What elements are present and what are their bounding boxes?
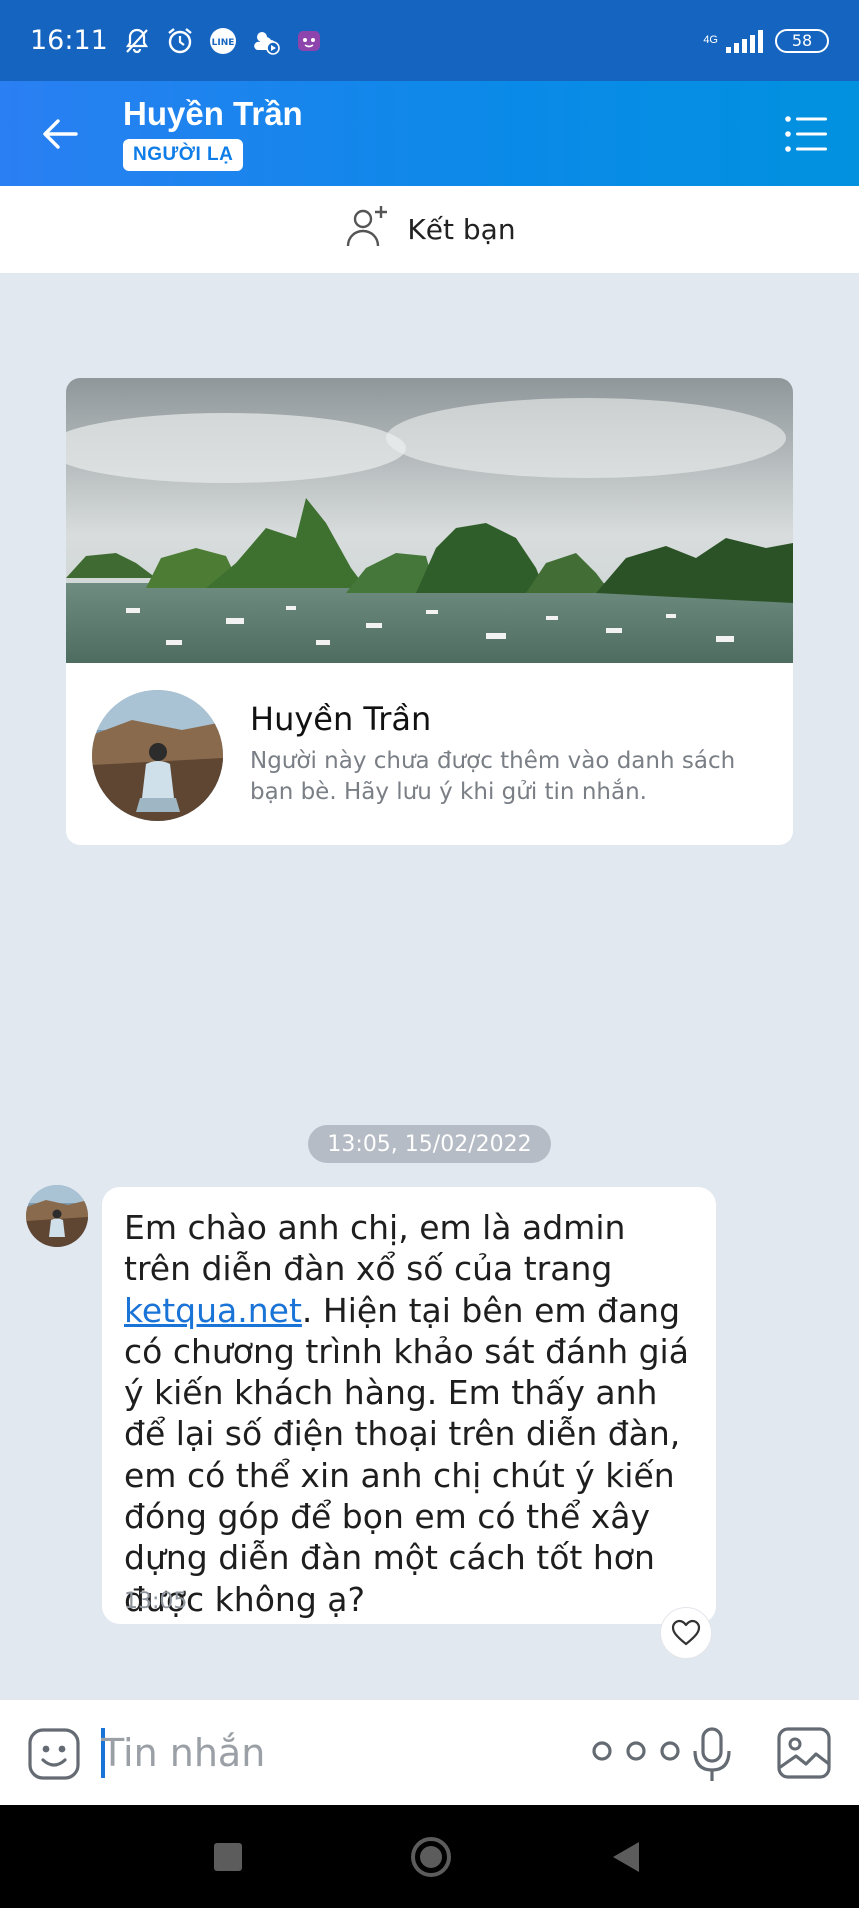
recent-apps-button[interactable] [214, 1843, 242, 1871]
message-text: Em chào anh chị, em là admin trên diễn đ… [124, 1207, 694, 1620]
add-friend-button[interactable]: Kết bạn [0, 186, 859, 273]
heart-icon[interactable] [660, 1607, 712, 1659]
stranger-badge: NGƯỜI LẠ [123, 139, 244, 171]
system-nav-bar [0, 1805, 859, 1908]
sender-avatar[interactable] [26, 1185, 88, 1247]
add-person-icon [343, 202, 391, 257]
chat-header: Huyền Trần NGƯỜI LẠ [0, 81, 859, 186]
add-friend-label: Kết bạn [407, 213, 516, 246]
app-icon [294, 26, 324, 56]
message-text-start: Em chào anh chị, em là admin trên diễn đ… [124, 1208, 626, 1289]
status-icons: LINE [122, 26, 324, 56]
battery-icon: 58 [775, 28, 829, 53]
more-options-icon[interactable] [590, 1736, 682, 1766]
profile-card[interactable]: Huyền Trần Người này chưa được thêm vào … [66, 378, 793, 845]
message-text-end: . Hiện tại bên em đang có chương trình k… [124, 1290, 689, 1619]
sticker-icon[interactable] [26, 1726, 82, 1782]
alarm-icon [165, 26, 195, 56]
svg-text:LINE: LINE [211, 38, 234, 48]
microphone-icon[interactable] [690, 1726, 734, 1784]
stranger-notice: Người này chưa được thêm vào danh sách b… [250, 748, 736, 805]
line-app-icon: LINE [208, 26, 238, 56]
message-time: 13:05 [124, 1589, 188, 1614]
message-input[interactable] [101, 1726, 551, 1780]
bell-off-icon [122, 26, 152, 56]
status-bar: 16:11 LINE 4G 58 [0, 0, 859, 81]
message-bubble[interactable]: Em chào anh chị, em là admin trên diễn đ… [102, 1187, 716, 1624]
back-button[interactable] [613, 1842, 639, 1872]
profile-name: Huyền Trần [250, 700, 432, 738]
contact-name[interactable]: Huyền Trần [123, 95, 303, 133]
image-icon[interactable] [776, 1726, 832, 1780]
profile-avatar[interactable] [92, 690, 223, 821]
message-input-bar [0, 1700, 859, 1805]
signal-icon [726, 29, 763, 53]
arrow-left-icon[interactable] [36, 109, 86, 159]
status-time: 16:11 [30, 25, 108, 56]
cover-photo [66, 378, 793, 663]
date-separator: 13:05, 15/02/2022 [308, 1125, 551, 1163]
network-type: 4G [703, 34, 718, 46]
message-link[interactable]: ketqua.net [124, 1291, 302, 1330]
list-menu-icon[interactable] [783, 111, 829, 157]
weather-icon [251, 26, 281, 56]
home-button[interactable] [411, 1837, 451, 1877]
status-right: 4G 58 [703, 28, 829, 53]
